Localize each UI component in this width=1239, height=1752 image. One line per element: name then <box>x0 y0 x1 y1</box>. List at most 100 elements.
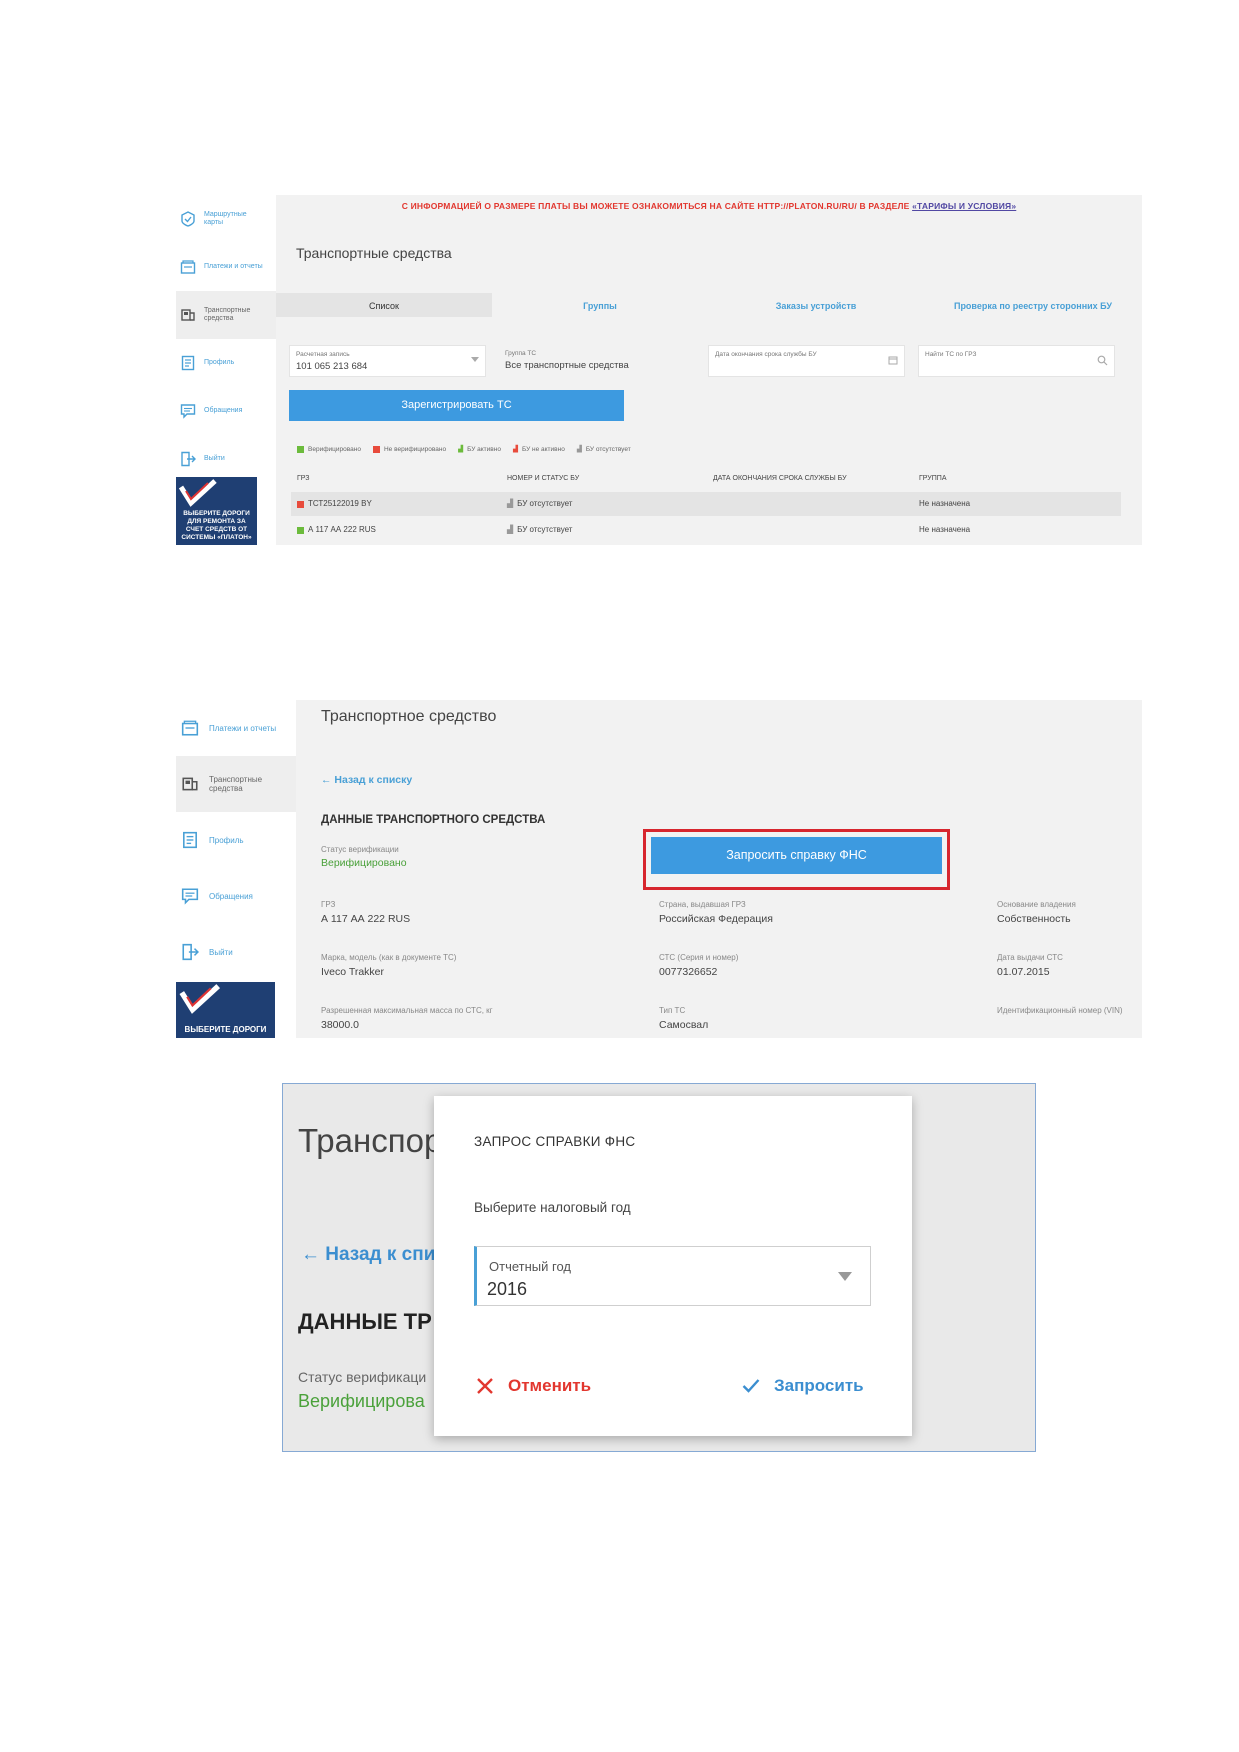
page-title: Транспортное средство <box>321 708 497 725</box>
tab-list[interactable]: Список <box>276 293 492 317</box>
tabs: Список Группы Заказы устройств Проверка … <box>276 293 1142 317</box>
fns-request-modal: ЗАПРОС СПРАВКИ ФНС Выберите налоговый го… <box>434 1096 912 1436</box>
column-header-date[interactable]: ДАТА ОКОНЧАНИЯ СРОКА СЛУЖБЫ БУ <box>713 475 847 482</box>
fns-request-dialog-screenshot: Транспор ← Назад к спи ДАННЫЕ ТР Статус … <box>282 1083 1036 1452</box>
legend-label: БУ не активно <box>521 445 565 453</box>
legend-item: ▟ БУ не активно <box>512 445 565 454</box>
register-vehicle-button[interactable]: Зарегистрировать ТС <box>289 390 624 421</box>
banner-text: ВЫБЕРИТЕ ДОРОГИ ДЛЯ РЕМОНТА ЗА СЧЕТ СРЕД… <box>181 510 252 541</box>
sidebar-item-messages[interactable]: Обращения <box>176 387 276 435</box>
account-select[interactable]: Расчетная запись 101 065 213 684 <box>289 345 486 377</box>
device-cell: ▟ БУ отсутствует <box>507 518 572 542</box>
tariffs-link[interactable]: «ТАРИФЫ И УСЛОВИЯ» <box>912 201 1016 211</box>
sidebar-item-messages[interactable]: Обращения <box>176 868 296 924</box>
section-heading: ДАННЫЕ ТРАНСПОРТНОГО СРЕДСТВА <box>321 814 546 826</box>
tax-year-select[interactable]: Отчетный год 2016 <box>474 1246 871 1306</box>
max-mass-label: Разрешенная максимальная масса по СТС, к… <box>321 1006 493 1015</box>
legend-label: Верифицировано <box>308 445 361 453</box>
logout-icon <box>181 451 196 467</box>
tab-third-party-check[interactable]: Проверка по реестру сторонних БУ <box>924 293 1142 317</box>
verified-icon <box>297 445 304 453</box>
ownership-label: Основание владения <box>997 900 1076 909</box>
max-mass-value: 38000.0 <box>321 1019 359 1031</box>
vehicle-type-value: Самосвал <box>659 1019 709 1031</box>
cancel-label: Отменить <box>508 1376 592 1395</box>
sidebar-item-label: Профиль <box>204 359 235 366</box>
sidebar-item-logout[interactable]: Выйти <box>176 435 276 483</box>
submit-request-button[interactable]: Запросить <box>742 1376 864 1396</box>
vin-label: Идентификационный номер (VIN) <box>997 1006 1123 1015</box>
sidebar-item-vehicles[interactable]: Транспортные средства <box>176 291 276 339</box>
table-row[interactable]: А 117 АА 222 RUS ▟ БУ отсутствует Не назн… <box>291 518 1121 542</box>
column-header-group[interactable]: ГРУППА <box>919 475 946 482</box>
device-inactive-icon: ▟ <box>512 446 518 453</box>
request-fns-certificate-button[interactable]: Запросить справку ФНС <box>651 837 942 874</box>
search-icon <box>1097 355 1108 366</box>
ownership-value: Собственность <box>997 913 1071 925</box>
not-verified-icon <box>297 500 304 508</box>
account-label: Расчетная запись <box>296 351 350 358</box>
chevron-down-icon <box>471 357 479 362</box>
sidebar-item-label: Платежи и отчеты <box>209 723 277 733</box>
verified-icon <box>297 526 304 534</box>
column-header-plate[interactable]: ГРЗ <box>297 475 310 482</box>
sidebar-item-label: Выйти <box>204 455 225 462</box>
sidebar-item-label: Выйти <box>209 947 233 957</box>
device-absent-icon: ▟ <box>507 499 514 508</box>
group-cell: Не назначена <box>919 525 971 534</box>
legend-label: Не верифицировано <box>383 445 447 453</box>
sidebar-item-label: Транспортные средства <box>204 307 251 322</box>
sidebar-item-label: Платежи и отчеты <box>204 263 263 270</box>
vehicle-detail-screenshot: Платежи и отчеты Транспортные средства П… <box>176 700 1142 1038</box>
sidebar-item-profile[interactable]: Профиль <box>176 339 276 387</box>
background-back-link: ← Назад к спи <box>301 1244 436 1265</box>
table-row[interactable]: ТСТ25122019 BY ▟ БУ отсутствует Не назнач… <box>291 492 1121 516</box>
plate-text: ТСТ25122019 BY <box>308 499 372 508</box>
truck-icon <box>182 777 198 791</box>
message-icon <box>180 404 196 419</box>
sidebar-item-logout[interactable]: Выйти <box>176 924 296 980</box>
service-end-date-field[interactable]: Дата окончания срока службы БУ <box>708 345 905 377</box>
plate-text: А 117 АА 222 RUS <box>308 525 376 534</box>
sts-label: СТС (Серия и номер) <box>659 953 739 962</box>
chevron-down-icon <box>838 1272 852 1281</box>
payments-icon <box>180 260 196 274</box>
back-to-list-link[interactable]: ← Назад к списку <box>321 774 412 786</box>
plate-search-input[interactable]: Найти ТС по ГРЗ <box>918 345 1115 377</box>
sidebar-item-payments[interactable]: Платежи и отчеты <box>176 243 276 291</box>
sidebar-item-route-cards[interactable]: Маршрутные карты <box>176 195 276 243</box>
tab-groups[interactable]: Группы <box>492 293 708 317</box>
sidebar-item-label: Обращения <box>209 891 253 901</box>
sidebar-item-payments[interactable]: Платежи и отчеты <box>176 700 296 756</box>
tab-device-orders[interactable]: Заказы устройств <box>708 293 924 317</box>
route-card-icon <box>181 211 195 227</box>
country-label: Страна, выдавшая ГРЗ <box>659 900 746 909</box>
sidebar-item-label: Маршрутные карты <box>204 211 247 226</box>
column-header-device[interactable]: НОМЕР И СТАТУС БУ <box>507 475 579 482</box>
sidebar-item-label: Профиль <box>209 835 244 845</box>
promo-banner[interactable]: ВЫБЕРИТЕ ДОРОГИ <box>176 982 275 1038</box>
sidebar-item-profile[interactable]: Профиль <box>176 812 296 868</box>
search-label: Найти ТС по ГРЗ <box>925 351 977 358</box>
background-section-heading: ДАННЫЕ ТР <box>298 1309 432 1334</box>
calendar-icon <box>888 356 898 365</box>
cancel-button[interactable]: Отменить <box>476 1376 591 1396</box>
verification-status-label: Статус верификации <box>321 845 399 854</box>
plate-cell: ТСТ25122019 BY <box>297 492 372 516</box>
date-label: Дата окончания срока службы БУ <box>715 351 817 358</box>
legend-item: ▟ БУ активно <box>458 445 501 454</box>
verification-status-value: Верифицировано <box>321 857 407 869</box>
plate-label: ГРЗ <box>321 900 336 909</box>
checkmark-logo-icon <box>178 479 217 507</box>
device-status-text: БУ отсутствует <box>517 499 573 508</box>
profile-icon <box>181 355 195 371</box>
model-value: Iveco Trakker <box>321 966 385 978</box>
background-status-value: Верифицирова <box>298 1391 425 1411</box>
sidebar-item-vehicles[interactable]: Транспортные средства <box>176 756 296 812</box>
sidebar: Платежи и отчеты Транспортные средства П… <box>176 700 296 1038</box>
device-active-icon: ▟ <box>458 446 464 453</box>
legend-item: ▟ БУ отсутствует <box>577 445 631 454</box>
group-cell: Не назначена <box>919 499 971 508</box>
model-label: Марка, модель (как в документе ТС) <box>321 953 457 962</box>
promo-banner[interactable]: ВЫБЕРИТЕ ДОРОГИ ДЛЯ РЕМОНТА ЗА СЧЕТ СРЕД… <box>176 477 257 545</box>
